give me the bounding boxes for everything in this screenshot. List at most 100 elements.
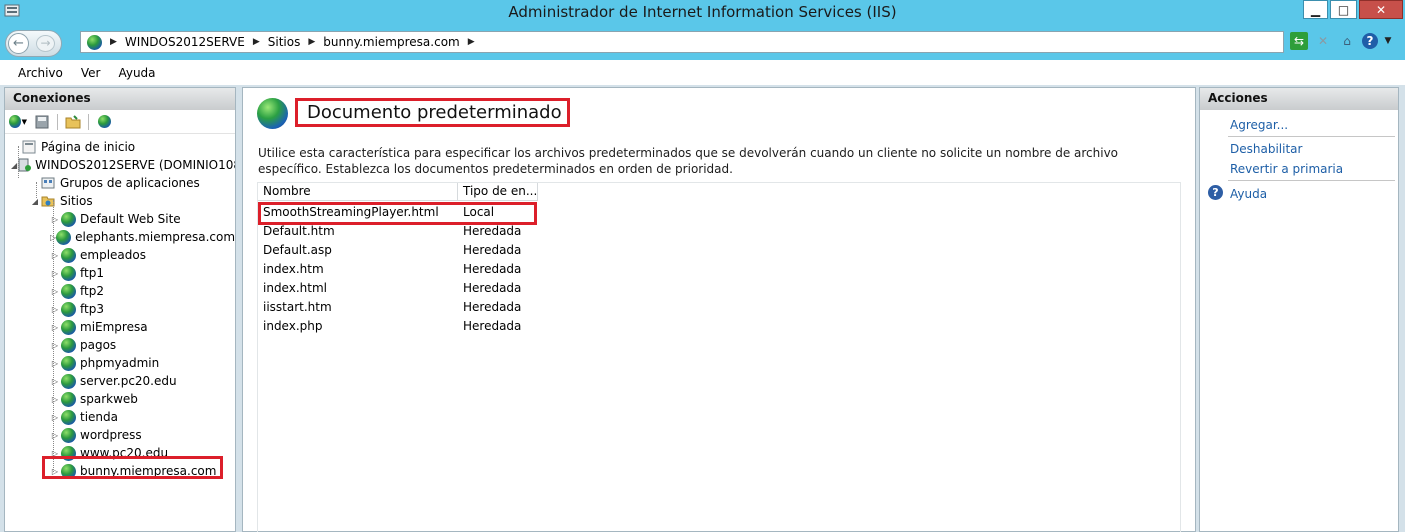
column-header-name[interactable]: Nombre <box>258 183 458 201</box>
list-item[interactable]: Default.asp Heredada <box>258 241 558 260</box>
start-page-icon <box>21 139 37 155</box>
tree-item-site[interactable]: ▷ server.pc20.edu <box>5 372 235 390</box>
tree-item-label: elephants.miempresa.com <box>75 230 236 244</box>
minimize-button[interactable]: ▁ <box>1303 0 1328 19</box>
window-title: Administrador de Internet Information Se… <box>508 3 897 21</box>
expand-icon[interactable]: ▷ <box>50 269 60 278</box>
tree-item-label: ftp1 <box>80 266 104 280</box>
globe-icon <box>60 283 76 299</box>
tree-item-site[interactable]: ▷ tienda <box>5 408 235 426</box>
breadcrumb-site[interactable]: bunny.miempresa.com <box>323 35 459 49</box>
list-item[interactable]: index.php Heredada <box>258 317 558 336</box>
tree-item-sites[interactable]: ◢ Sitios <box>5 192 235 210</box>
document-name: index.htm <box>263 262 324 276</box>
breadcrumb-sites[interactable]: Sitios <box>268 35 301 49</box>
open-folder-icon[interactable] <box>64 113 82 130</box>
globe-icon <box>60 211 76 227</box>
disconnect-icon[interactable] <box>95 113 113 130</box>
menu-ver[interactable]: Ver <box>81 66 101 80</box>
save-icon[interactable] <box>33 113 51 130</box>
actions-divider <box>1228 136 1395 137</box>
address-bar[interactable]: ▶ WINDOS2012SERVE ▶ Sitios ▶ bunny.miemp… <box>80 31 1284 53</box>
document-name: Default.htm <box>263 224 335 238</box>
tree-item-site[interactable]: ▷ empleados <box>5 246 235 264</box>
tree-item-app-pools[interactable]: Grupos de aplicaciones <box>5 174 235 192</box>
expand-icon[interactable]: ▷ <box>50 215 60 224</box>
tree-item-site[interactable]: ▷ pagos <box>5 336 235 354</box>
list-item[interactable]: SmoothStreamingPlayer.html Local <box>258 203 558 222</box>
list-item[interactable]: iisstart.htm Heredada <box>258 298 558 317</box>
title-bar: Administrador de Internet Information Se… <box>0 0 1405 28</box>
globe-icon <box>87 34 102 50</box>
home-icon[interactable]: ⌂ <box>1338 32 1356 50</box>
feature-pane: Documento predeterminado Utilice esta ca… <box>242 87 1196 532</box>
tree-item-site[interactable]: ▷ ftp1 <box>5 264 235 282</box>
tree-item-site[interactable]: ▷ ftp3 <box>5 300 235 318</box>
page-title: Documento predeterminado <box>295 98 570 127</box>
list-item[interactable]: index.html Heredada <box>258 279 558 298</box>
list-item[interactable]: Default.htm Heredada <box>258 222 558 241</box>
expand-icon[interactable]: ▷ <box>50 287 60 296</box>
collapse-icon[interactable]: ◢ <box>30 197 40 206</box>
maximize-button[interactable]: □ <box>1330 0 1357 19</box>
help-link[interactable]: Ayuda <box>1230 187 1267 201</box>
tree-item-site[interactable]: ▷ elephants.miempresa.com <box>5 228 235 246</box>
menu-archivo[interactable]: Archivo <box>18 66 63 80</box>
globe-icon <box>60 409 76 425</box>
close-button[interactable]: ✕ <box>1359 0 1403 19</box>
tree-item-site[interactable]: ▷ ftp2 <box>5 282 235 300</box>
globe-icon <box>60 355 76 371</box>
globe-icon <box>60 247 76 263</box>
tree-item-site[interactable]: ▷ wordpress <box>5 426 235 444</box>
forward-button[interactable]: → <box>36 35 55 52</box>
expand-icon[interactable]: ▷ <box>50 449 60 458</box>
breadcrumb-separator-icon: ▶ <box>110 37 117 47</box>
breadcrumb-separator-icon: ▶ <box>252 37 260 47</box>
connections-pane: Conexiones ▼ Página de inicio ◢ WINDOS20… <box>4 87 236 532</box>
expand-icon[interactable]: ▷ <box>50 341 60 350</box>
stop-icon[interactable]: ✕ <box>1314 32 1332 50</box>
entry-type: Heredada <box>463 224 522 238</box>
menu-bar: Archivo Ver Ayuda <box>0 60 1405 85</box>
expand-icon[interactable]: ▷ <box>50 413 60 422</box>
tree-item-start-page[interactable]: Página de inicio <box>5 138 235 156</box>
tree-item-server[interactable]: ◢ WINDOS2012SERVE (DOMINIO10820 <box>5 156 235 174</box>
globe-icon <box>56 229 72 245</box>
tree-item-label: www.pc20.edu <box>80 446 169 460</box>
back-button[interactable]: ← <box>8 33 29 54</box>
tree-item-site[interactable]: ▷ miEmpresa <box>5 318 235 336</box>
expand-icon[interactable]: ▷ <box>50 431 60 440</box>
tree-item-site[interactable]: ▷ Default Web Site <box>5 210 235 228</box>
disable-link[interactable]: Deshabilitar <box>1230 142 1302 156</box>
entry-type: Heredada <box>463 281 522 295</box>
connect-icon[interactable]: ▼ <box>9 113 27 130</box>
help-icon[interactable]: ? <box>1362 33 1378 49</box>
tree-item-site-selected[interactable]: ▷ bunny.miempresa.com <box>5 462 235 480</box>
expand-icon[interactable]: ▷ <box>50 395 60 404</box>
revert-link[interactable]: Revertir a primaria <box>1230 162 1343 176</box>
expand-icon[interactable]: ▷ <box>50 359 60 368</box>
chevron-down-icon[interactable]: ▼ <box>1384 32 1392 50</box>
expand-icon[interactable]: ▷ <box>50 467 60 476</box>
globe-icon <box>60 319 76 335</box>
expand-icon[interactable]: ▷ <box>50 323 60 332</box>
breadcrumb-server[interactable]: WINDOS2012SERVE <box>125 35 245 49</box>
refresh-icon[interactable]: ⇆ <box>1290 32 1308 50</box>
actions-header: Acciones <box>1200 88 1398 110</box>
expand-icon[interactable]: ▷ <box>50 377 60 386</box>
tree-item-site[interactable]: ▷ sparkweb <box>5 390 235 408</box>
breadcrumb-separator-icon: ▶ <box>467 37 475 47</box>
document-name: index.php <box>263 319 323 333</box>
column-header-type[interactable]: Tipo de en... <box>458 183 538 201</box>
expand-icon[interactable]: ▷ <box>50 305 60 314</box>
default-documents-list[interactable]: Nombre Tipo de en... SmoothStreamingPlay… <box>257 182 1181 532</box>
tree-item-site[interactable]: ▷ www.pc20.edu <box>5 444 235 462</box>
add-link[interactable]: Agregar... <box>1230 118 1288 132</box>
globe-icon <box>60 391 76 407</box>
tree-item-label: pagos <box>80 338 117 352</box>
list-item[interactable]: index.htm Heredada <box>258 260 558 279</box>
menu-ayuda[interactable]: Ayuda <box>118 66 155 80</box>
tree-item-site[interactable]: ▷ phpmyadmin <box>5 354 235 372</box>
expand-icon[interactable]: ▷ <box>50 251 60 260</box>
globe-icon <box>60 373 76 389</box>
